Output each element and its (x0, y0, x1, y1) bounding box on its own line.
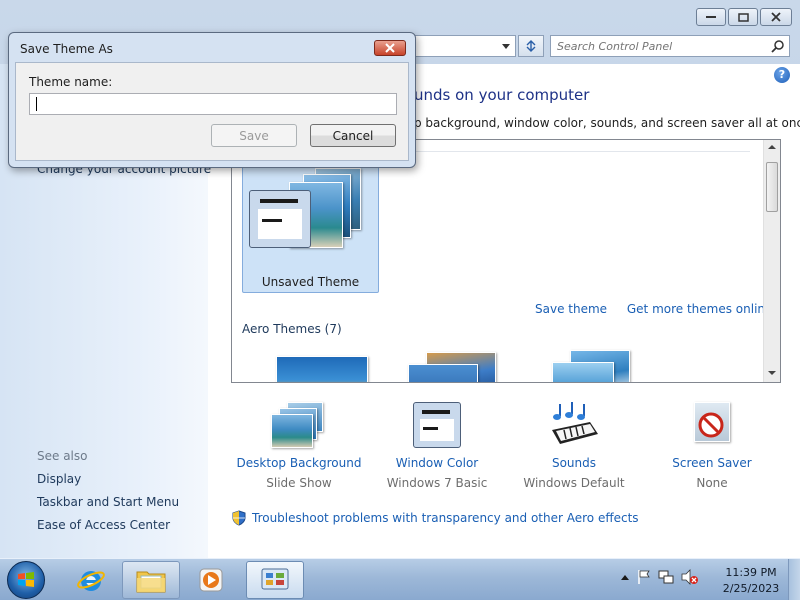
minimize-button[interactable] (696, 8, 726, 26)
control-panel-icon (261, 568, 289, 590)
aero-theme-tile (408, 364, 478, 382)
cancel-button[interactable]: Cancel (310, 124, 396, 147)
show-desktop-button[interactable] (788, 559, 800, 600)
taskbar-internet-explorer[interactable] (62, 561, 120, 599)
volume-muted-icon[interactable] (681, 569, 699, 585)
folder-icon (136, 571, 166, 593)
search-input[interactable] (551, 36, 761, 56)
maximize-icon (737, 12, 749, 22)
save-theme-dialog: Save Theme As Theme name: Save Cancel (8, 32, 416, 168)
taskbar-start-menu-link[interactable]: Taskbar and Start Menu (37, 495, 179, 509)
close-icon (771, 12, 781, 22)
refresh-button[interactable] (518, 35, 544, 57)
close-icon (385, 43, 395, 53)
dialog-close-button[interactable] (374, 40, 406, 56)
shield-icon (232, 510, 246, 526)
scroll-down-arrow-icon[interactable] (768, 370, 776, 376)
taskbar-windows-explorer[interactable] (122, 561, 180, 599)
unsaved-theme-tile[interactable]: Unsaved Theme (242, 159, 379, 293)
dialog-title: Save Theme As (20, 42, 113, 56)
sounds-item[interactable]: Sounds Windows Default (504, 400, 644, 490)
troubleshoot-row: Troubleshoot problems with transparency … (231, 510, 639, 526)
internet-explorer-icon (77, 571, 105, 591)
media-player-icon (199, 568, 223, 592)
search-icon[interactable] (771, 39, 785, 53)
sounds-icon (546, 400, 602, 450)
maximize-button[interactable] (728, 8, 758, 26)
desktop-background-item[interactable]: Desktop Background Slide Show (229, 400, 369, 490)
aero-theme-tile (552, 362, 614, 382)
get-more-themes-link[interactable]: Get more themes online (627, 302, 773, 316)
scrollbar-thumb[interactable] (766, 162, 778, 212)
chevron-down-icon[interactable] (501, 40, 511, 52)
save-button[interactable]: Save (211, 124, 297, 147)
see-also-label: See also (37, 449, 88, 463)
taskbar-control-panel[interactable] (246, 561, 304, 599)
screen-saver-value: None (696, 476, 728, 490)
show-hidden-icons-icon[interactable] (620, 573, 630, 581)
aero-themes-heading: Aero Themes (7) (242, 322, 342, 336)
theme-name-label: Theme name: (29, 75, 113, 89)
refresh-icon (526, 40, 536, 52)
screen-saver-title[interactable]: Screen Saver (642, 456, 782, 470)
window-color-title[interactable]: Window Color (367, 456, 507, 470)
page-heading: unds on your computer (414, 86, 590, 104)
troubleshoot-link[interactable]: Troubleshoot problems with transparency … (252, 511, 639, 525)
theme-list[interactable]: Unsaved Theme Save theme Get more themes… (231, 139, 781, 383)
address-bar[interactable] (400, 35, 516, 57)
search-box[interactable] (550, 35, 790, 57)
sounds-title[interactable]: Sounds (504, 456, 644, 470)
desktop-background-value: Slide Show (266, 476, 332, 490)
aero-theme-tile[interactable] (276, 356, 368, 382)
theme-name-input[interactable] (29, 93, 397, 115)
desktop-background-icon (271, 400, 327, 450)
unsaved-theme-label: Unsaved Theme (261, 275, 360, 289)
theme-list-scrollbar[interactable] (763, 140, 780, 382)
scroll-up-arrow-icon[interactable] (768, 144, 776, 150)
windows-logo-icon (18, 572, 34, 587)
start-button[interactable] (7, 561, 45, 599)
network-icon[interactable] (658, 569, 674, 585)
window-color-preview (249, 190, 311, 248)
desktop-background-title[interactable]: Desktop Background (229, 456, 369, 470)
system-tray (620, 569, 699, 585)
clock-date: 2/25/2023 (722, 582, 780, 595)
minimize-icon (706, 16, 716, 18)
clock-time: 11:39 PM (725, 566, 777, 579)
screen-saver-icon (684, 400, 740, 450)
ease-of-access-link[interactable]: Ease of Access Center (37, 518, 170, 532)
save-theme-link[interactable]: Save theme (535, 302, 607, 316)
window-caption-buttons (696, 8, 792, 26)
window-color-icon (409, 400, 465, 450)
window-color-value: Windows 7 Basic (386, 476, 488, 490)
window-color-item[interactable]: Window Color Windows 7 Basic (367, 400, 507, 490)
taskbar-media-player[interactable] (182, 561, 240, 599)
theme-links: Save theme Get more themes online (535, 302, 772, 316)
display-link[interactable]: Display (37, 472, 81, 486)
window-close-button[interactable] (760, 8, 792, 26)
page-subheading: p background, window color, sounds, and … (414, 116, 800, 130)
screen-saver-item[interactable]: Screen Saver None (642, 400, 782, 490)
taskbar: 11:39 PM 2/25/2023 (0, 558, 800, 600)
action-center-flag-icon[interactable] (637, 569, 651, 585)
dialog-body: Theme name: Save Cancel (15, 62, 409, 161)
sounds-value: Windows Default (523, 476, 625, 490)
help-icon[interactable]: ? (774, 67, 790, 83)
clock[interactable]: 11:39 PM 2/25/2023 (716, 565, 786, 597)
text-caret (36, 97, 37, 111)
